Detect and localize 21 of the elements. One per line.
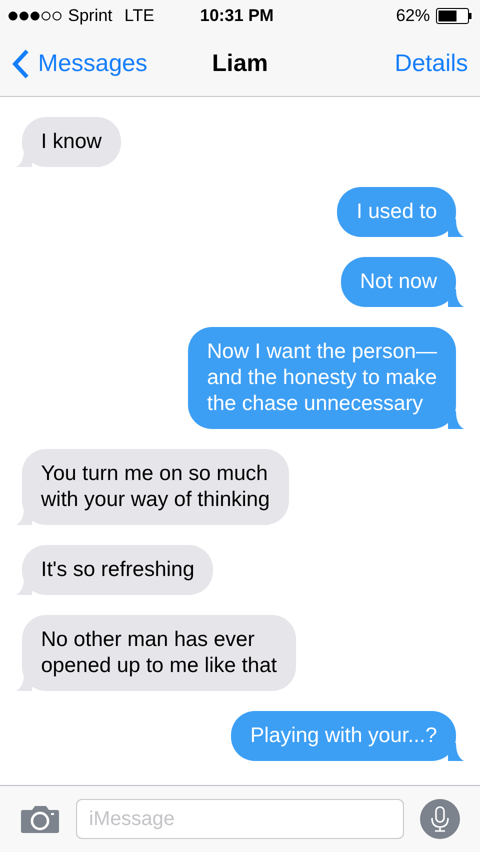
message-bubble: I know xyxy=(22,117,121,167)
network-type: LTE xyxy=(124,5,154,28)
message-bubble: Not now xyxy=(340,257,456,307)
message-input-field[interactable]: iMessage xyxy=(76,799,404,839)
contact-name: Liam xyxy=(212,49,268,79)
battery-percent: 62% xyxy=(396,5,430,28)
message-bubble: Playing with your...? xyxy=(231,711,456,761)
carrier-name: Sprint xyxy=(68,5,112,28)
camera-icon[interactable] xyxy=(20,804,60,834)
signal-icon xyxy=(8,11,62,21)
message-bubble: Now I want the person— and the honesty to make the chase unnecessary xyxy=(188,327,456,429)
message-bubble: I used to xyxy=(337,187,456,237)
details-button[interactable]: Details xyxy=(394,46,468,82)
microphone-icon[interactable] xyxy=(420,799,460,839)
message-bubble: It's so refreshing xyxy=(22,545,214,595)
message-bubble: You turn me on so much with your way of thinking xyxy=(22,449,289,525)
message-bubble: No other man has ever opened up to me like that xyxy=(22,615,296,691)
back-button[interactable]: Messages xyxy=(12,46,148,82)
battery-icon xyxy=(436,8,472,24)
chevron-left-icon xyxy=(12,49,30,79)
clock: 10:31 PM xyxy=(200,5,274,28)
